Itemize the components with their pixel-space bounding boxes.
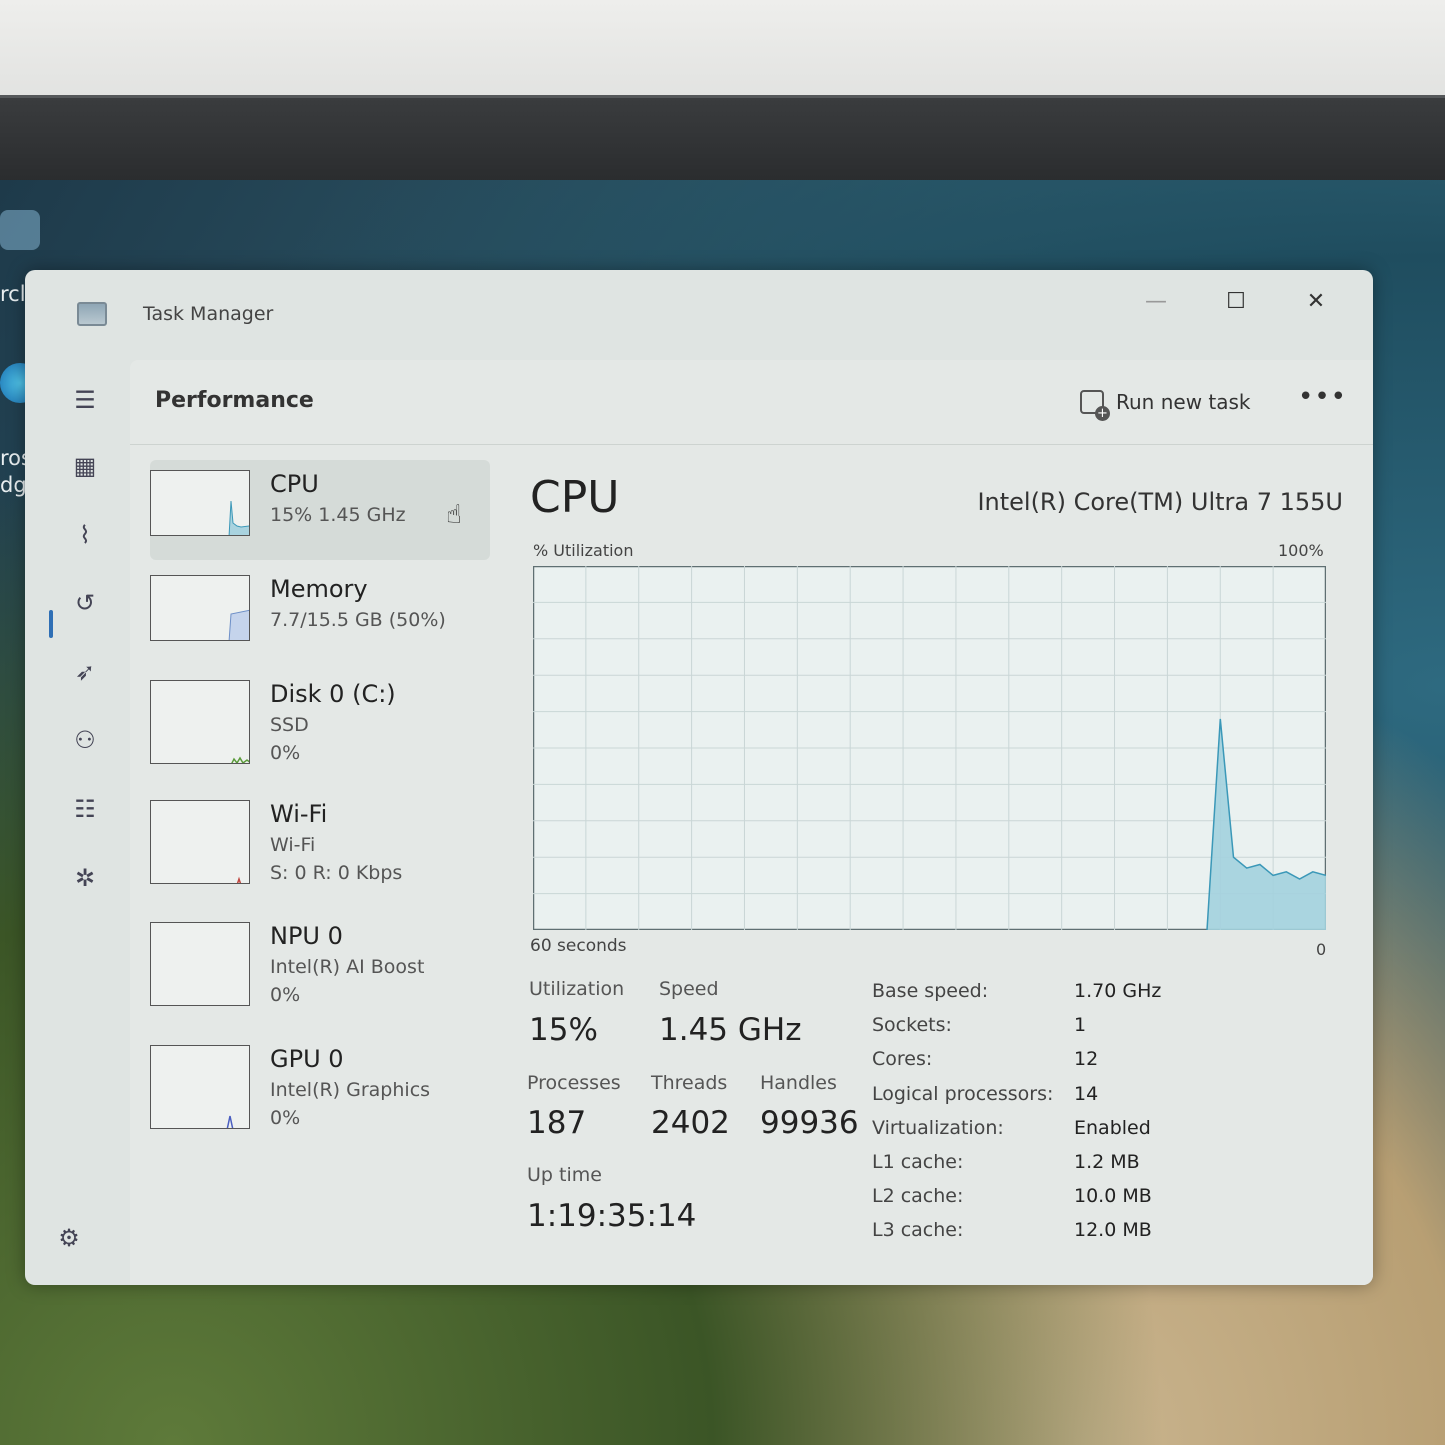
title-bar[interactable]: Task Manager — ☐ ✕ xyxy=(25,270,1373,360)
spec-key: Base speed: xyxy=(872,980,989,1002)
task-manager-window: Task Manager — ☐ ✕ ☰ ▦ ⌇ ↺ ➶ ⚇ ☷ ✲ ⚙ Per… xyxy=(25,270,1373,1285)
spec-key: Cores: xyxy=(872,1048,933,1071)
cpu-model-name: Intel(R) Core(TM) Ultra 7 155U xyxy=(977,488,1343,516)
spec-key: Logical processors: xyxy=(872,1082,1054,1105)
performance-icon[interactable]: ⌇ xyxy=(63,515,107,555)
graph-x-min-label: 0 xyxy=(1316,940,1327,959)
device-detail: 7.7/15.5 GB (50%) xyxy=(270,609,446,631)
spec-value: 1 xyxy=(1074,1014,1087,1037)
more-options-button[interactable]: ••• xyxy=(1298,382,1347,412)
device-item-cpu[interactable]: CPU 15% 1.45 GHz ☝ xyxy=(150,460,490,560)
services-icon[interactable]: ✲ xyxy=(63,858,107,898)
device-detail: SSD xyxy=(270,714,309,736)
disk-thumbnail-graph xyxy=(150,680,250,764)
graph-x-label: 60 seconds xyxy=(530,936,627,956)
device-name: Disk 0 (C:) xyxy=(270,680,396,708)
spec-key: Virtualization: xyxy=(872,1116,1004,1139)
spec-value: 1.70 GHz xyxy=(1074,980,1162,1002)
laptop-bezel xyxy=(0,95,1445,253)
spec-value: 10.0 MB xyxy=(1074,1185,1152,1208)
nav-selected-indicator xyxy=(49,610,53,638)
spec-value: 14 xyxy=(1074,1082,1099,1105)
cpu-heading: CPU xyxy=(530,472,620,523)
npu-thumbnail-graph xyxy=(150,922,250,1006)
minimize-button[interactable]: — xyxy=(1131,284,1181,320)
device-name: NPU 0 xyxy=(270,922,343,950)
page-title: Performance xyxy=(155,388,314,413)
device-item-wifi[interactable]: Wi-Fi Wi-Fi S: 0 R: 0 Kbps xyxy=(150,790,490,890)
spec-value: 12.0 MB xyxy=(1074,1219,1152,1242)
spec-key: L3 cache: xyxy=(872,1219,964,1242)
utilization-label: Utilization xyxy=(529,978,625,1000)
startup-apps-icon[interactable]: ➶ xyxy=(63,652,107,692)
device-name: Memory xyxy=(270,575,368,603)
page-header: Performance Run new task ••• xyxy=(130,360,1373,445)
settings-icon[interactable]: ⚙ xyxy=(47,1218,91,1258)
spec-key: L2 cache: xyxy=(872,1185,964,1208)
device-detail: Wi-Fi xyxy=(270,834,316,856)
processes-value: 187 xyxy=(527,1105,587,1141)
device-item-disk[interactable]: Disk 0 (C:) SSD 0% xyxy=(150,670,490,770)
device-detail-2: S: 0 R: 0 Kbps xyxy=(270,862,403,884)
spec-key: L1 cache: xyxy=(872,1151,964,1173)
nav-rail: ☰ ▦ ⌇ ↺ ➶ ⚇ ☷ ✲ ⚙ xyxy=(25,360,130,1285)
device-detail-2: 0% xyxy=(270,984,301,1006)
content-pane: Performance Run new task ••• CPU 15% 1.4… xyxy=(130,360,1373,1285)
device-detail: Intel(R) AI Boost xyxy=(270,956,425,978)
utilization-value: 15% xyxy=(529,1012,598,1048)
processes-icon[interactable]: ▦ xyxy=(63,446,107,486)
run-task-icon xyxy=(1080,390,1110,421)
threads-label: Threads xyxy=(651,1072,728,1094)
close-button[interactable]: ✕ xyxy=(1291,284,1341,320)
spec-key: Sockets: xyxy=(872,1014,952,1037)
uptime-label: Up time xyxy=(527,1164,602,1186)
spec-value: 12 xyxy=(1074,1048,1099,1071)
device-item-gpu[interactable]: GPU 0 Intel(R) Graphics 0% xyxy=(150,1035,490,1135)
run-new-task-label: Run new task xyxy=(1116,390,1251,414)
uptime-value: 1:19:35:14 xyxy=(527,1198,697,1234)
hand-cursor-icon: ☝ xyxy=(446,500,462,530)
device-item-memory[interactable]: Memory 7.7/15.5 GB (50%) xyxy=(150,565,490,665)
memory-thumbnail-graph xyxy=(150,575,250,641)
app-history-icon[interactable]: ↺ xyxy=(63,583,107,623)
hamburger-menu-icon[interactable]: ☰ xyxy=(63,380,107,420)
graph-y-label: % Utilization xyxy=(533,541,634,560)
threads-value: 2402 xyxy=(651,1105,730,1141)
cpu-utilization-graph xyxy=(533,566,1326,930)
processes-label: Processes xyxy=(527,1072,621,1094)
device-detail: 15% 1.45 GHz xyxy=(270,504,406,526)
window-title: Task Manager xyxy=(143,303,274,325)
gpu-thumbnail-graph xyxy=(150,1045,250,1129)
run-new-task-button[interactable]: Run new task xyxy=(1080,384,1251,421)
wall-background xyxy=(0,0,1445,95)
device-name: Wi-Fi xyxy=(270,800,328,828)
task-manager-app-icon xyxy=(77,302,107,326)
device-detail-2: 0% xyxy=(270,742,301,764)
device-name: CPU xyxy=(270,470,319,498)
wifi-thumbnail-graph xyxy=(150,800,250,884)
spec-value: Enabled xyxy=(1074,1116,1151,1139)
spec-value: 1.2 MB xyxy=(1074,1151,1140,1173)
speed-label: Speed xyxy=(659,978,719,1000)
recycle-bin-icon[interactable] xyxy=(0,210,40,250)
cpu-thumbnail-graph xyxy=(150,470,250,536)
device-detail-2: 0% xyxy=(270,1107,301,1129)
details-icon[interactable]: ☷ xyxy=(63,789,107,829)
maximize-button[interactable]: ☐ xyxy=(1211,284,1261,320)
handles-value: 99936 xyxy=(760,1105,859,1141)
handles-label: Handles xyxy=(760,1072,837,1094)
speed-value: 1.45 GHz xyxy=(659,1012,802,1048)
device-item-npu[interactable]: NPU 0 Intel(R) AI Boost 0% xyxy=(150,912,490,1012)
device-detail: Intel(R) Graphics xyxy=(270,1079,431,1101)
users-icon[interactable]: ⚇ xyxy=(63,720,107,760)
device-name: GPU 0 xyxy=(270,1045,344,1073)
graph-y-max-label: 100% xyxy=(1278,541,1324,560)
